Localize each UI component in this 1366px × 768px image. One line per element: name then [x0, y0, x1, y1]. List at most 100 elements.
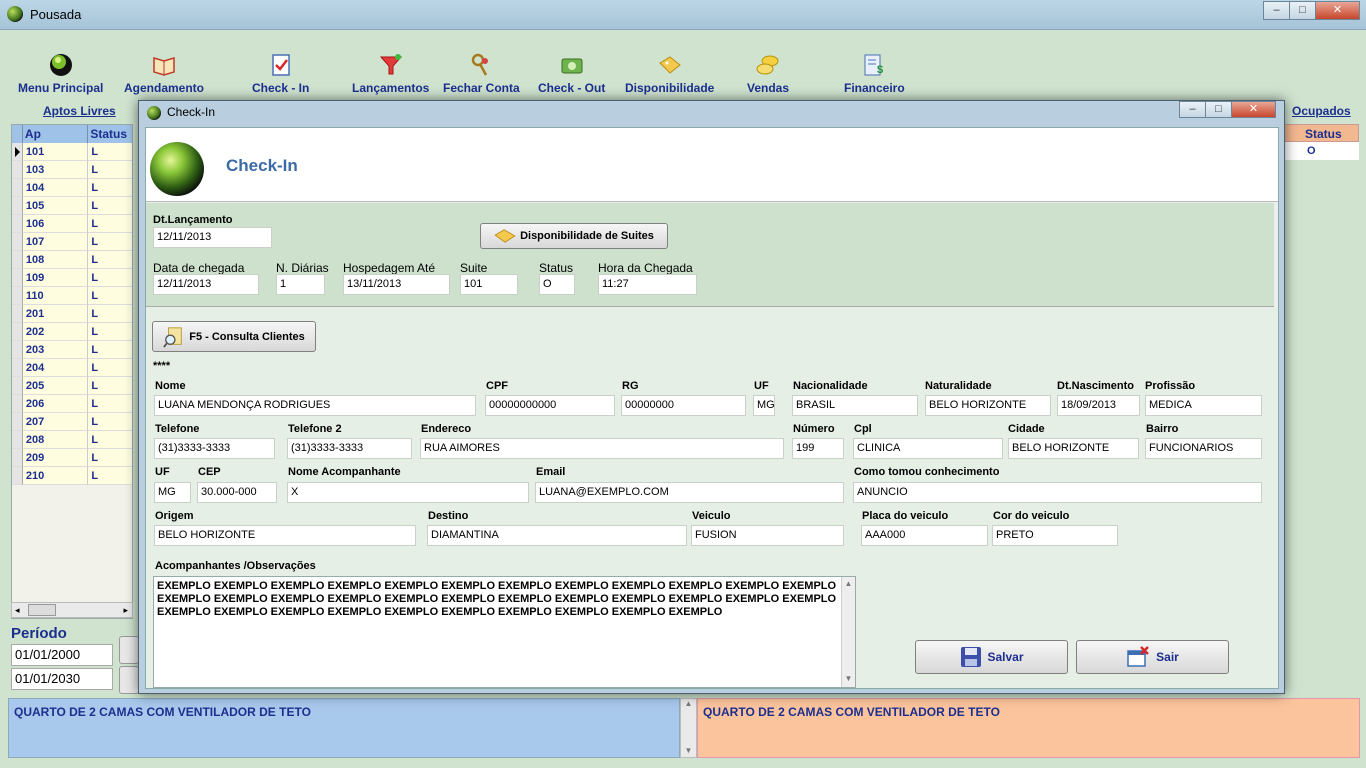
grid-horizontal-scrollbar[interactable]: ◂ ▸ — [11, 602, 133, 618]
placa-input[interactable]: AAA000 — [861, 525, 988, 546]
table-row[interactable]: 107 L — [12, 233, 132, 251]
grid-cell-ap[interactable]: 209 — [22, 449, 89, 467]
row-selector[interactable] — [12, 179, 23, 197]
grid-cell-status[interactable]: L — [88, 215, 132, 233]
row-selector[interactable] — [12, 359, 23, 377]
row-selector[interactable] — [12, 323, 23, 341]
scroll-left-icon[interactable]: ◂ — [15, 605, 20, 616]
grid-cell-ap[interactable]: 101 — [22, 143, 89, 161]
column-header-status[interactable]: Status — [88, 125, 132, 143]
telefone2-input[interactable]: (31)3333-3333 — [287, 438, 412, 459]
table-row[interactable]: 205 L — [12, 377, 132, 395]
row-selector[interactable] — [12, 395, 23, 413]
table-row[interactable]: 104 L — [12, 179, 132, 197]
rg-input[interactable]: 00000000 — [621, 395, 746, 416]
ocupados-link[interactable]: Ocupados — [1292, 104, 1351, 118]
grid-cell-ap[interactable]: 103 — [22, 161, 89, 179]
profissao-input[interactable]: MEDICA — [1145, 395, 1262, 416]
vendas-button[interactable]: Vendas — [747, 53, 789, 95]
numero-input[interactable]: 199 — [792, 438, 844, 459]
grid-cell-ap[interactable]: 208 — [22, 431, 89, 449]
status-input[interactable]: O — [539, 274, 575, 295]
email-input[interactable]: LUANA@EXEMPLO.COM — [535, 482, 844, 503]
check-in-button[interactable]: Check - In — [252, 53, 309, 95]
table-row[interactable]: 203 L — [12, 341, 132, 359]
suite-input[interactable]: 101 — [460, 274, 518, 295]
scroll-up-icon[interactable]: ▲ — [681, 699, 696, 708]
uf2-input[interactable]: MG — [154, 482, 191, 503]
cep-input[interactable]: 30.000-000 — [197, 482, 277, 503]
grid-cell-ap[interactable]: 109 — [22, 269, 89, 287]
table-row[interactable]: 210 L — [12, 467, 132, 485]
grid-cell-ap[interactable]: 201 — [22, 305, 89, 323]
grid-cell-status[interactable]: L — [88, 359, 132, 377]
cor-input[interactable]: PRETO — [992, 525, 1118, 546]
grid-cell-status[interactable]: L — [88, 305, 132, 323]
uf-input[interactable]: MG — [753, 395, 775, 416]
row-selector[interactable] — [12, 377, 23, 395]
grid-cell-ap[interactable]: 205 — [22, 377, 89, 395]
row-selector[interactable] — [12, 161, 23, 179]
cpl-input[interactable]: CLINICA — [853, 438, 1003, 459]
scroll-down-icon[interactable]: ▼ — [681, 746, 696, 755]
grid-cell-status[interactable]: L — [88, 269, 132, 287]
grid-cell-status[interactable]: L — [88, 197, 132, 215]
endereco-input[interactable]: RUA AIMORES — [420, 438, 784, 459]
agendamento-button[interactable]: Agendamento — [124, 53, 204, 95]
telefone-input[interactable]: (31)3333-3333 — [154, 438, 275, 459]
column-header-status[interactable]: Status — [1284, 124, 1359, 142]
check-out-button[interactable]: Check - Out — [538, 53, 605, 95]
sair-button[interactable]: Sair — [1076, 640, 1229, 674]
dt-nascimento-input[interactable]: 18/09/2013 — [1057, 395, 1140, 416]
table-row[interactable]: 204 L — [12, 359, 132, 377]
row-selector[interactable] — [12, 413, 23, 431]
grid-cell-status[interactable]: L — [88, 251, 132, 269]
table-row[interactable]: 103 L — [12, 161, 132, 179]
fechar-conta-button[interactable]: Fechar Conta — [443, 53, 520, 95]
destino-input[interactable]: DIAMANTINA — [427, 525, 687, 546]
cpf-input[interactable]: 00000000000 — [485, 395, 615, 416]
dialog-maximize-button[interactable]: □ — [1205, 101, 1232, 118]
grid-cell-ap[interactable]: 210 — [22, 467, 89, 485]
consulta-clientes-button[interactable]: F5 - Consulta Clientes — [152, 321, 316, 352]
scroll-right-icon[interactable]: ▸ — [123, 605, 128, 616]
textarea-scrollbar[interactable]: ▲ ▼ — [841, 577, 855, 687]
row-selector[interactable] — [12, 449, 23, 467]
row-selector[interactable] — [12, 251, 23, 269]
table-row[interactable]: 101 L — [12, 143, 132, 161]
scroll-down-icon[interactable]: ▼ — [842, 672, 855, 685]
table-row[interactable]: 110 L — [12, 287, 132, 305]
row-selector[interactable] — [12, 233, 23, 251]
minimize-button[interactable]: ‒ — [1263, 1, 1290, 20]
grid-cell-ap[interactable]: 202 — [22, 323, 89, 341]
periodo-button[interactable] — [119, 636, 139, 664]
grid-cell-ap[interactable]: 206 — [22, 395, 89, 413]
table-row[interactable]: 209 L — [12, 449, 132, 467]
row-selector[interactable] — [12, 341, 23, 359]
grid-cell-ap[interactable]: 204 — [22, 359, 89, 377]
grid-cell-ap[interactable]: 203 — [22, 341, 89, 359]
lancamentos-button[interactable]: Lançamentos — [352, 53, 429, 95]
grid-cell-status[interactable]: L — [88, 341, 132, 359]
origem-input[interactable]: BELO HORIZONTE — [154, 525, 416, 546]
row-selector[interactable] — [12, 269, 23, 287]
menu-principal-button[interactable]: Menu Principal — [18, 53, 103, 95]
row-selector[interactable] — [12, 467, 23, 485]
table-row[interactable]: 105 L — [12, 197, 132, 215]
dialog-close-button[interactable]: ✕ — [1231, 101, 1276, 118]
acompanhante-input[interactable]: X — [287, 482, 529, 503]
hospedagem-ate-input[interactable]: 13/11/2013 — [343, 274, 450, 295]
grid-cell-ap[interactable]: 108 — [22, 251, 89, 269]
salvar-button[interactable]: Salvar — [915, 640, 1068, 674]
disponibilidade-suites-button[interactable]: Disponibilidade de Suites — [480, 223, 668, 249]
grid-cell-status[interactable]: L — [88, 413, 132, 431]
data-chegada-input[interactable]: 12/11/2013 — [153, 274, 259, 295]
table-row[interactable]: 201 L — [12, 305, 132, 323]
financeiro-button[interactable]: $ Financeiro — [844, 53, 905, 95]
grid-cell-status[interactable]: L — [88, 449, 132, 467]
aptos-livres-link[interactable]: Aptos Livres — [43, 104, 116, 118]
n-diarias-input[interactable]: 1 — [276, 274, 325, 295]
row-selector[interactable] — [12, 197, 23, 215]
grid-cell-status[interactable]: L — [88, 287, 132, 305]
table-row[interactable]: 208 L — [12, 431, 132, 449]
